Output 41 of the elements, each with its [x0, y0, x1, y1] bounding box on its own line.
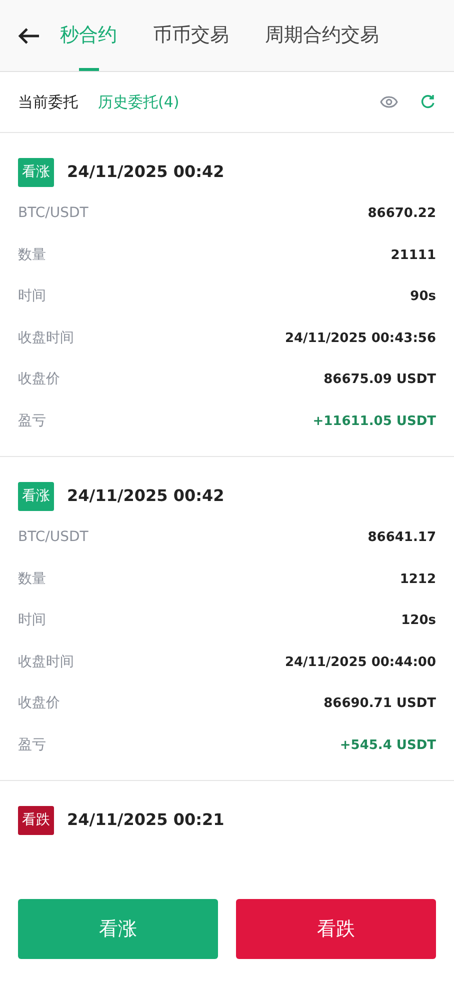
field-value: 24/11/2025 00:44:00: [284, 654, 436, 672]
field-label: 时间: [18, 287, 46, 306]
field-label: 收盘时间: [18, 328, 74, 348]
field-label: BTC/USDT: [18, 528, 88, 548]
eye-icon[interactable]: [380, 96, 398, 108]
order-time: 24/11/2025 00:42: [67, 485, 224, 507]
tab-indicator: [78, 68, 98, 71]
direction-badge: 看涨: [18, 158, 54, 186]
order-time: 24/11/2025 00:42: [67, 161, 224, 183]
field-value: +11611.05 USDT: [312, 412, 436, 430]
field-value: 120s: [401, 612, 436, 630]
filter-tab[interactable]: 当前委托: [18, 90, 78, 114]
field-label: 收盘时间: [18, 652, 74, 672]
filter-tab[interactable]: 历史委托(4): [98, 90, 180, 114]
field-label: 数量: [18, 246, 46, 265]
trade-button[interactable]: 看涨: [18, 899, 218, 959]
field-value: 86690.71 USDT: [324, 695, 436, 713]
back-arrow-icon[interactable]: [18, 26, 40, 44]
trade-button[interactable]: 看跌: [236, 899, 436, 959]
refresh-icon[interactable]: [420, 94, 436, 110]
tab[interactable]: 币币交易: [153, 0, 229, 71]
tab[interactable]: 秒合约: [60, 0, 117, 71]
field-label: BTC/USDT: [18, 204, 88, 224]
field-value: 1212: [400, 570, 436, 588]
field-value: 90s: [410, 288, 436, 306]
tab[interactable]: 周期合约交易: [265, 0, 379, 71]
field-label: 时间: [18, 611, 46, 630]
field-label: 收盘价: [18, 694, 60, 714]
direction-badge: 看涨: [18, 482, 54, 510]
field-value: 21111: [390, 246, 436, 264]
direction-badge: 看跌: [18, 806, 54, 834]
field-value: 24/11/2025 00:43:56: [284, 330, 436, 348]
order-time: 24/11/2025 00:21: [67, 809, 224, 831]
field-value: 86670.22: [368, 205, 436, 223]
field-value: +545.4 USDT: [340, 736, 436, 754]
field-label: 收盘价: [18, 370, 60, 390]
field-label: 数量: [18, 570, 46, 589]
field-label: 盈亏: [18, 736, 46, 755]
field-label: 盈亏: [18, 412, 46, 431]
field-value: 86641.17: [368, 529, 436, 547]
field-value: 86675.09 USDT: [324, 371, 436, 389]
